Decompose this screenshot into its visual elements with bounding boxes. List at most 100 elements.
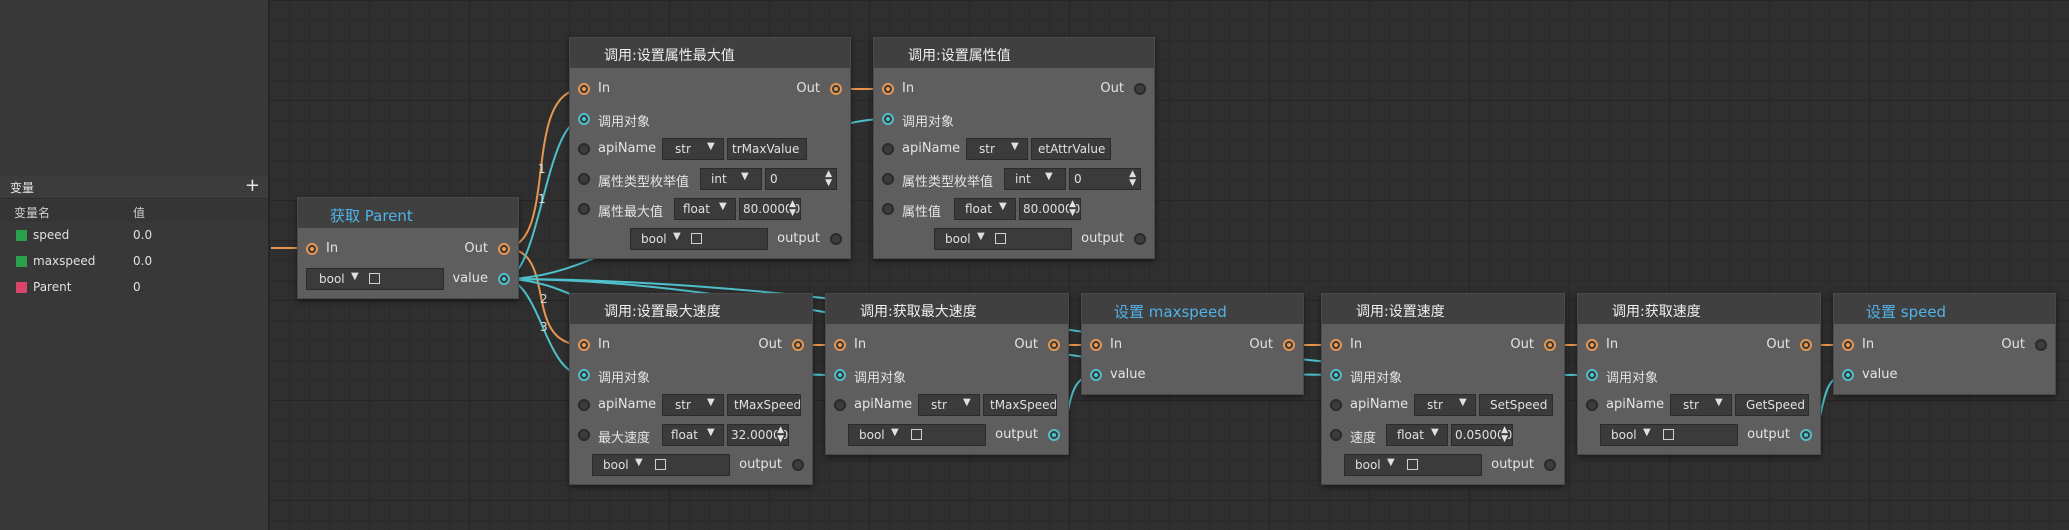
node-title-bar[interactable]: 设置 maxspeed [1082,294,1303,324]
node-get-speed[interactable]: 调用:获取速度 In Out 调用对象 apiName str ▼ GetSpe… [1577,293,1821,455]
checkbox[interactable] [911,429,922,440]
data-in-pin[interactable] [578,143,590,155]
type-select[interactable]: str ▼ [662,138,724,160]
exec-in-pin[interactable] [834,339,846,351]
node-title-bar[interactable]: 设置 speed [1834,294,2055,324]
node-get-parent[interactable]: 获取 Parent In Out bool ▼ value [297,197,519,299]
type-select[interactable]: bool ▼ [1600,424,1738,446]
data-in-pin[interactable] [882,113,894,125]
type-select[interactable]: str ▼ [1414,394,1476,416]
exec-in-pin[interactable] [1090,339,1102,351]
type-select[interactable]: float ▼ [954,198,1016,220]
exec-in-pin[interactable] [578,83,590,95]
type-select[interactable]: float ▼ [662,424,724,446]
node-title-bar[interactable]: 调用:设置属性值 [874,38,1154,68]
spinner-icon[interactable]: ▲ ▼ [777,426,784,444]
node-set-attr-max[interactable]: 调用:设置属性最大值 In Out 调用对象 apiName str ▼ trM… [569,37,851,259]
type-select[interactable]: bool ▼ [1344,454,1482,476]
exec-in-pin[interactable] [306,243,318,255]
data-in-pin[interactable] [1090,369,1102,381]
exec-in-pin[interactable] [1330,339,1342,351]
type-select[interactable]: bool ▼ [630,228,768,250]
number-input[interactable]: 0 ▲ ▼ [1069,168,1141,190]
data-out-pin[interactable] [830,233,842,245]
data-in-pin[interactable] [834,369,846,381]
node-set-speed[interactable]: 调用:设置速度 In Out 调用对象 apiName str ▼ SetSpe… [1321,293,1565,485]
checkbox[interactable] [1407,459,1418,470]
type-select[interactable]: float ▼ [1386,424,1448,446]
checkbox[interactable] [691,233,702,244]
text-input[interactable]: etAttrValue [1031,138,1111,160]
type-select[interactable]: float ▼ [674,198,736,220]
data-in-pin[interactable] [578,369,590,381]
data-in-pin[interactable] [1842,369,1854,381]
data-out-pin[interactable] [1134,233,1146,245]
type-select[interactable]: str ▼ [918,394,980,416]
checkbox[interactable] [369,273,380,284]
data-in-pin[interactable] [882,173,894,185]
text-input[interactable]: tMaxSpeed [727,394,801,416]
data-out-pin[interactable] [498,273,510,285]
data-in-pin[interactable] [834,399,846,411]
node-title-bar[interactable]: 调用:获取最大速度 [826,294,1068,324]
spinner-icon[interactable]: ▲ ▼ [1501,426,1508,444]
data-out-pin[interactable] [1800,429,1812,441]
node-title-bar[interactable]: 调用:获取速度 [1578,294,1820,324]
checkbox[interactable] [655,459,666,470]
data-out-pin[interactable] [1048,429,1060,441]
spinner-icon[interactable]: ▲ ▼ [825,170,832,188]
node-title-bar[interactable]: 获取 Parent [298,198,518,228]
checkbox[interactable] [995,233,1006,244]
type-select[interactable]: int ▼ [1004,168,1066,190]
text-input[interactable]: tMaxSpeed [983,394,1057,416]
node-set-maxspeed-var[interactable]: 设置 maxspeed In Out value [1081,293,1304,395]
data-in-pin[interactable] [578,113,590,125]
exec-out-pin[interactable] [1544,339,1556,351]
type-select[interactable]: str ▼ [966,138,1028,160]
type-select[interactable]: bool ▼ [592,454,730,476]
spinner-icon[interactable]: ▲ ▼ [1069,200,1076,218]
node-get-max-speed[interactable]: 调用:获取最大速度 In Out 调用对象 apiName str ▼ tMax… [825,293,1069,455]
data-in-pin[interactable] [1330,399,1342,411]
type-select[interactable]: str ▼ [662,394,724,416]
exec-out-pin[interactable] [2035,339,2047,351]
data-in-pin[interactable] [578,173,590,185]
node-set-attr-value[interactable]: 调用:设置属性值 In Out 调用对象 apiName str ▼ etAtt… [873,37,1155,259]
number-input[interactable]: 80.000000 ▲▼ [1019,198,1081,220]
number-input[interactable]: 32.000000 ▲▼ [727,424,789,446]
data-in-pin[interactable] [578,429,590,441]
exec-in-pin[interactable] [1842,339,1854,351]
data-out-pin[interactable] [1544,459,1556,471]
data-in-pin[interactable] [1330,369,1342,381]
node-title-bar[interactable]: 调用:设置速度 [1322,294,1564,324]
spinner-icon[interactable]: ▲ ▼ [1129,170,1136,188]
node-title-bar[interactable]: 调用:设置属性最大值 [570,38,850,68]
exec-in-pin[interactable] [882,83,894,95]
exec-out-pin[interactable] [1048,339,1060,351]
type-select[interactable]: bool ▼ [934,228,1072,250]
exec-out-pin[interactable] [1800,339,1812,351]
data-in-pin[interactable] [578,203,590,215]
number-input[interactable]: 0.050000 ▲ ▼ [1451,424,1513,446]
variable-row-maxspeed[interactable]: maxspeed 0.0 [0,250,268,274]
data-in-pin[interactable] [1330,429,1342,441]
exec-out-pin[interactable] [830,83,842,95]
exec-in-pin[interactable] [578,339,590,351]
node-set-max-speed[interactable]: 调用:设置最大速度 In Out 调用对象 apiName str ▼ tMax… [569,293,813,485]
checkbox[interactable] [1663,429,1674,440]
exec-out-pin[interactable] [1134,83,1146,95]
plus-icon[interactable]: + [245,175,260,196]
data-in-pin[interactable] [1586,399,1598,411]
number-input[interactable]: 80.000000 ▲▼ [739,198,801,220]
exec-out-pin[interactable] [792,339,804,351]
number-input[interactable]: 0 ▲ ▼ [765,168,837,190]
type-select[interactable]: bool ▼ [306,268,444,290]
spinner-icon[interactable]: ▲ ▼ [789,200,796,218]
data-in-pin[interactable] [882,143,894,155]
type-select[interactable]: int ▼ [700,168,762,190]
data-in-pin[interactable] [1586,369,1598,381]
variable-row-parent[interactable]: Parent 0 [0,276,268,300]
exec-out-pin[interactable] [1283,339,1295,351]
node-set-speed-var[interactable]: 设置 speed In Out value [1833,293,2056,395]
data-in-pin[interactable] [882,203,894,215]
